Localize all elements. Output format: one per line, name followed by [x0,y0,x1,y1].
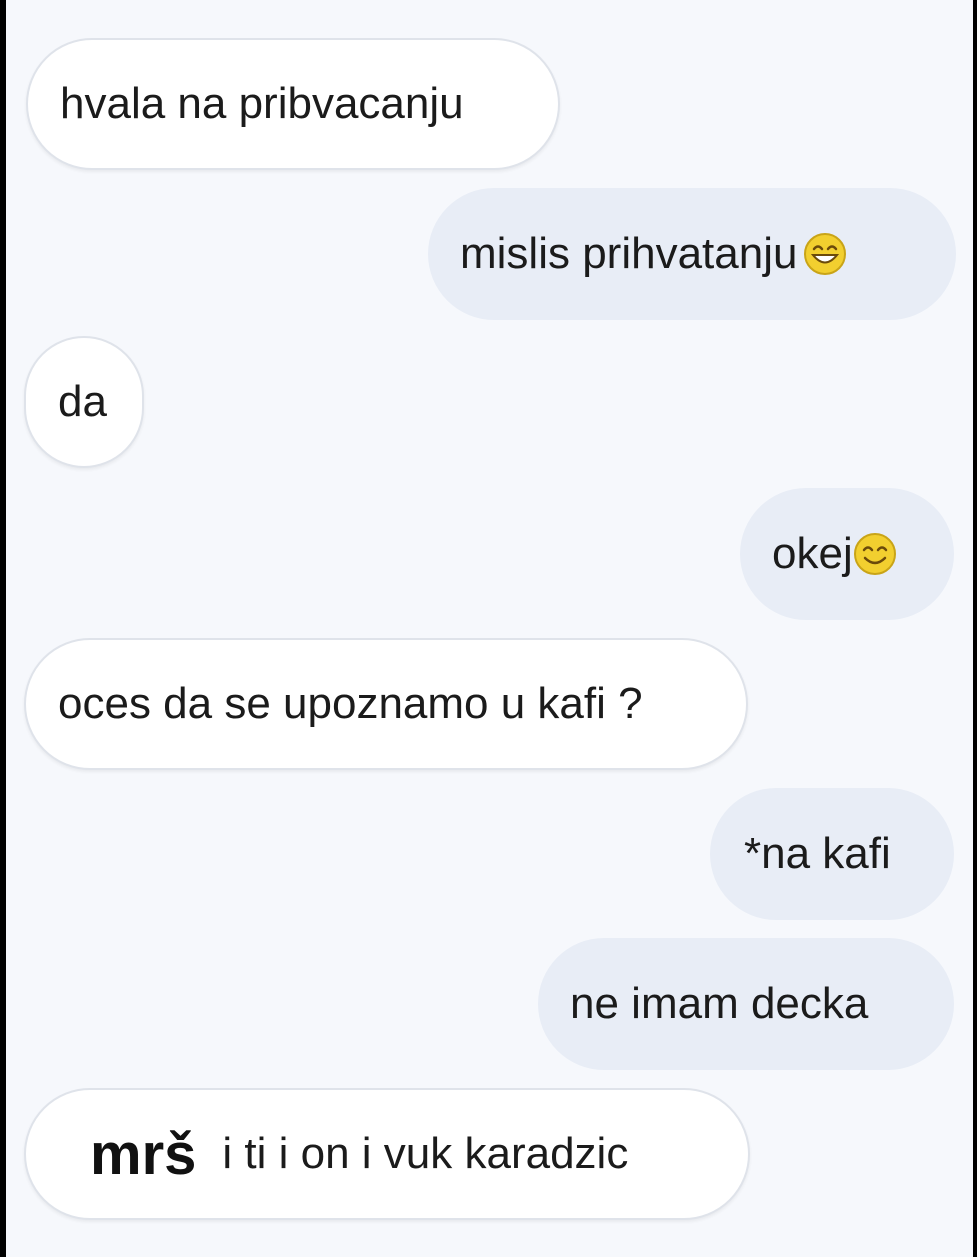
message-incoming[interactable]: mrš i ti i on i vuk karadzic [24,1088,750,1220]
message-incoming[interactable]: hvala na pribvacanju [26,38,560,170]
message-text: mislis prihvatanju [460,229,798,278]
message-outgoing[interactable]: okej [740,488,954,620]
grinning-face-icon [804,233,847,275]
message-text: oces da se upoznamo u kafi ? [58,679,643,728]
message-incoming[interactable]: oces da se upoznamo u kafi ? [24,638,748,770]
message-text: i ti i on i vuk karadzic [222,1129,629,1178]
message-prefix: mrš [90,1121,197,1187]
message-outgoing[interactable]: *na kafi [710,788,954,920]
message-text: *na kafi [744,829,891,878]
message-text: da [58,377,107,426]
chat-thread: hvala na pribvacanju mislis prihvatanju … [6,0,973,1257]
message-outgoing[interactable]: mislis prihvatanju [428,188,956,320]
smiling-face-icon [853,533,896,575]
message-text: hvala na pribvacanju [60,79,464,128]
message-text: ne imam decka [570,979,869,1028]
message-text: okej [772,529,853,578]
message-outgoing[interactable]: ne imam decka [538,938,954,1070]
message-incoming[interactable]: da [24,336,144,468]
